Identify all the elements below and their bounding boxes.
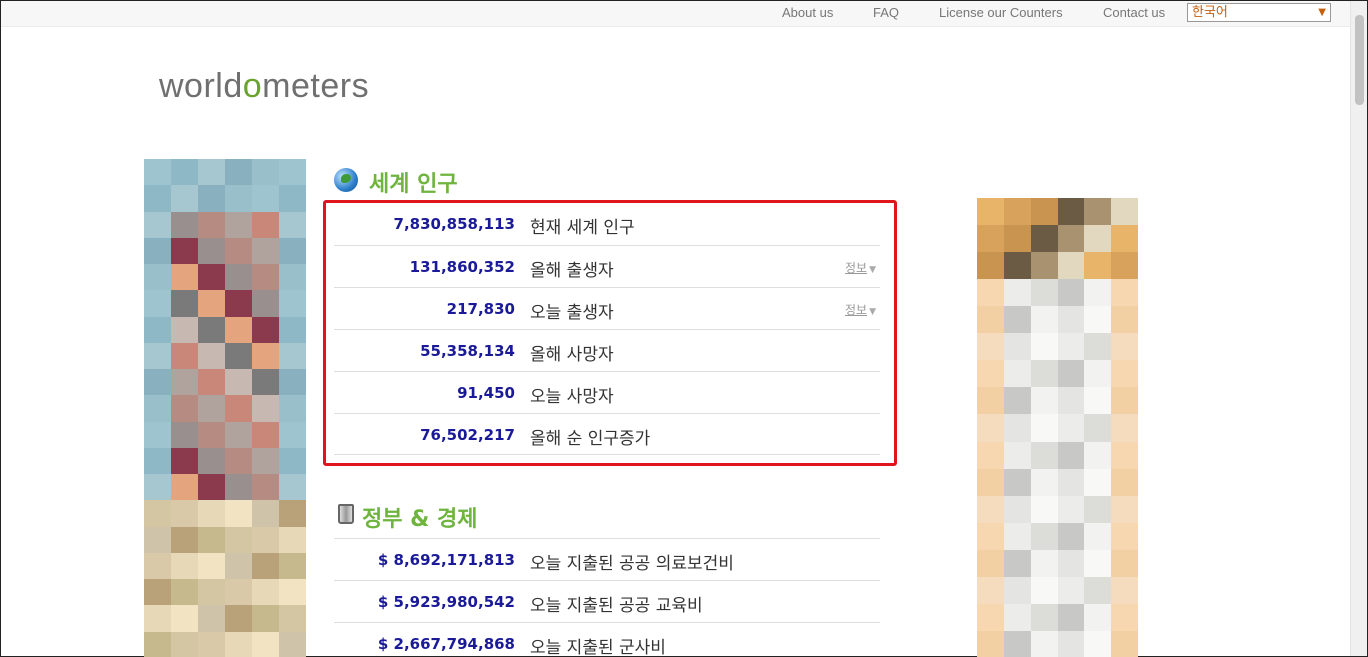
counter-value: 131,860,352 — [409, 258, 515, 276]
counter-row-current-population: 7,830,858,113 현재 세계 인구 — [334, 203, 880, 245]
government-section-title: 정부 & 경제 — [362, 507, 478, 532]
top-navigation-bar: About us FAQ License our Counters Contac… — [1, 1, 1351, 27]
counter-row-net-growth-year: 76,502,217 올해 순 인구증가 — [334, 413, 880, 455]
info-link-text: 정보 — [844, 303, 868, 317]
logo-text-o: o — [242, 67, 263, 105]
globe-icon — [334, 168, 358, 192]
logo-text-world: world — [159, 67, 243, 105]
population-section-title: 세계 인구 — [369, 172, 458, 197]
counter-label: 올해 사망자 — [530, 345, 614, 365]
about-us-link[interactable]: About us — [782, 5, 833, 20]
left-ad-image — [144, 159, 306, 657]
scrollbar-thumb[interactable] — [1355, 15, 1364, 105]
counter-row-births-this-year: 131,860,352 올해 출생자 정보 ▼ — [334, 245, 880, 287]
counter-label: 오늘 지출된 군사비 — [530, 638, 666, 657]
counter-row-deaths-today: 91,450 오늘 사망자 — [334, 371, 880, 413]
counter-row-military-spending: $ 2,667,794,868 오늘 지출된 군사비 — [334, 622, 880, 657]
right-ad-image — [977, 198, 1138, 657]
counter-value: 7,830,858,113 — [393, 215, 515, 233]
counter-label: 오늘 사망자 — [530, 387, 614, 407]
vertical-scrollbar[interactable] — [1350, 1, 1367, 656]
counter-label: 오늘 지출된 공공 의료보건비 — [530, 554, 734, 574]
language-select[interactable]: 한국어 ▼ — [1187, 3, 1331, 22]
counter-row-health-spending: $ 8,692,171,813 오늘 지출된 공공 의료보건비 — [334, 538, 880, 580]
counter-label: 오늘 출생자 — [530, 303, 614, 323]
counter-row-deaths-this-year: 55,358,134 올해 사망자 — [334, 329, 880, 371]
counter-label: 오늘 지출된 공공 교육비 — [530, 596, 703, 616]
counter-value: 55,358,134 — [420, 342, 515, 360]
population-counter-list: 7,830,858,113 현재 세계 인구 131,860,352 올해 출생… — [334, 203, 880, 455]
counter-value: $ 5,923,980,542 — [377, 593, 515, 611]
counter-value: 76,502,217 — [420, 426, 515, 444]
license-counters-link[interactable]: License our Counters — [939, 5, 1063, 20]
counter-label: 현재 세계 인구 — [530, 218, 635, 238]
info-link-text: 정보 — [844, 261, 868, 275]
counter-row-births-today: 217,830 오늘 출생자 정보 ▼ — [334, 287, 880, 329]
contact-us-link[interactable]: Contact us — [1103, 5, 1165, 20]
counter-label: 올해 출생자 — [530, 261, 614, 281]
counter-value: $ 2,667,794,868 — [377, 635, 515, 653]
counter-value: 91,450 — [457, 384, 515, 402]
counter-value: $ 8,692,171,813 — [377, 551, 515, 569]
government-counter-list: $ 8,692,171,813 오늘 지출된 공공 의료보건비 $ 5,923,… — [334, 538, 880, 657]
government-building-icon — [338, 504, 354, 524]
counter-value: 217,830 — [446, 300, 515, 318]
caret-down-icon: ▼ — [869, 265, 876, 275]
info-link-births-year[interactable]: 정보 ▼ — [845, 259, 876, 276]
caret-down-icon: ▼ — [869, 307, 876, 317]
chevron-down-icon: ▼ — [1318, 7, 1326, 18]
counter-row-education-spending: $ 5,923,980,542 오늘 지출된 공공 교육비 — [334, 580, 880, 622]
logo-text-meters: meters — [262, 67, 370, 105]
info-link-births-today[interactable]: 정보 ▼ — [845, 301, 876, 318]
counter-label: 올해 순 인구증가 — [530, 429, 651, 449]
language-select-value: 한국어 — [1192, 5, 1228, 20]
left-advertisement[interactable] — [144, 159, 306, 657]
worldometers-logo[interactable]: worldometers — [159, 67, 369, 106]
faq-link[interactable]: FAQ — [873, 5, 899, 20]
right-advertisement[interactable] — [977, 198, 1138, 657]
